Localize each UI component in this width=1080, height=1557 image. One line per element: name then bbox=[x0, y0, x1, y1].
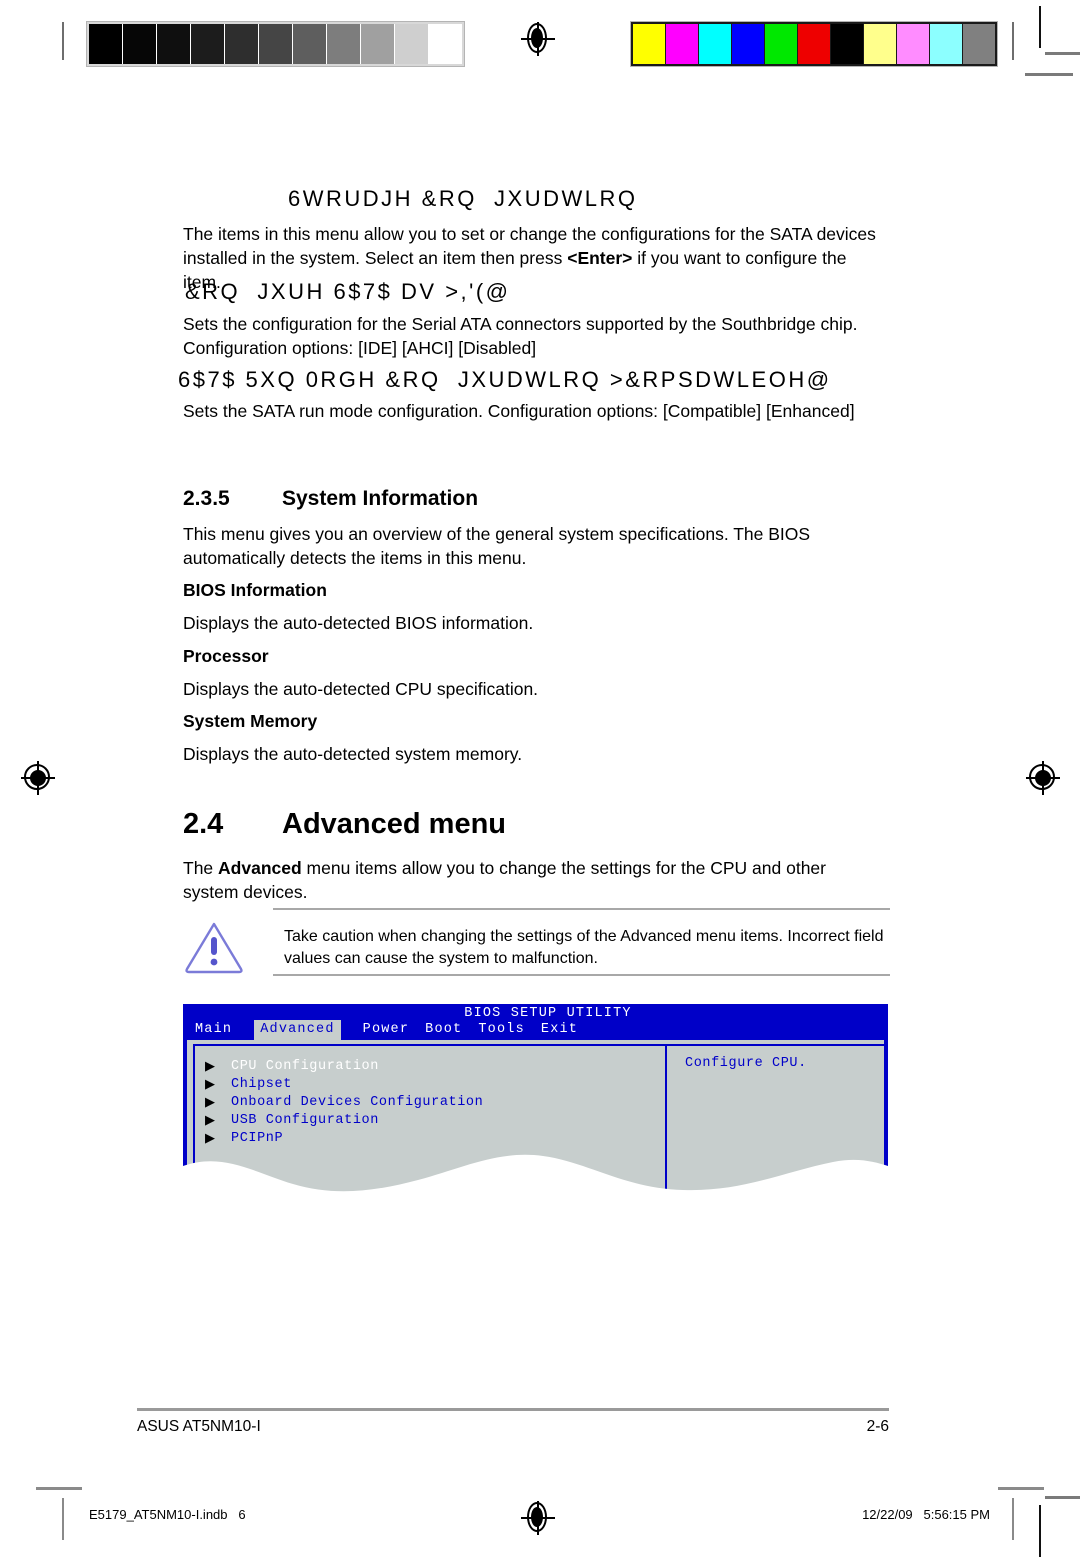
heading-sata-run-mode-configuration: 6$7$ 5XQ 0RGH &RQ JXUDWLRQ >&RPSDWLEOH@ bbox=[178, 367, 832, 392]
submenu-arrow-icon: ▶ bbox=[205, 1113, 216, 1128]
paragraph-system-memory: Displays the auto-detected system memory… bbox=[183, 744, 523, 764]
advanced-emphasis: Advanced bbox=[218, 858, 302, 878]
footer-page-number: 2-6 bbox=[866, 1418, 889, 1435]
bios-tab-power[interactable]: Power bbox=[363, 1020, 410, 1040]
bios-menu-item[interactable]: ▶ CPU Configuration bbox=[205, 1058, 483, 1076]
section-title-advanced-menu: Advanced menu bbox=[282, 808, 506, 840]
submenu-arrow-icon: ▶ bbox=[205, 1059, 216, 1074]
bios-menu-item[interactable]: ▶ Onboard Devices Configuration bbox=[205, 1094, 483, 1112]
footer-product-name: ASUS AT5NM10-I bbox=[137, 1418, 261, 1435]
paragraph-configure-sata: Sets the configuration for the Serial AT… bbox=[183, 314, 858, 358]
paragraph-advanced-menu: The Advanced menu items allow you to cha… bbox=[183, 856, 883, 904]
bios-menu-item-label: CPU Configuration bbox=[231, 1059, 379, 1074]
slug-filename: E5179_AT5NM10-I.indb 6 bbox=[89, 1507, 246, 1522]
bios-menu-item[interactable]: ▶ USB Configuration bbox=[205, 1112, 483, 1130]
subheading-processor: Processor bbox=[183, 646, 269, 666]
bios-help-text: Configure CPU. bbox=[685, 1056, 807, 1071]
bios-menu-item-label: Onboard Devices Configuration bbox=[231, 1095, 484, 1110]
trim-mark-bottom-right-vertical bbox=[1039, 1505, 1041, 1557]
bios-tab-exit[interactable]: Exit bbox=[541, 1020, 578, 1040]
note-rule-bottom bbox=[273, 974, 890, 976]
heading-storage-configuration: 6WRUDJH &RQ JXUDWLRQ bbox=[288, 186, 638, 211]
caution-triangle-icon bbox=[183, 920, 245, 974]
section-number-2-3-5: 2.3.5 bbox=[183, 487, 230, 510]
slug-rule-right bbox=[1012, 1498, 1014, 1540]
bios-tab-boot[interactable]: Boot bbox=[425, 1020, 462, 1040]
note-rule-top bbox=[273, 908, 890, 910]
bios-title-text: BIOS SETUP UTILITY bbox=[464, 1006, 632, 1021]
bios-titlebar: BIOS SETUP UTILITY Main Advanced Power Boot… bbox=[183, 1004, 888, 1040]
paragraph-advanced-menu-part1: The bbox=[183, 858, 219, 878]
bios-tab-bar[interactable]: Main Advanced Power Boot Tools Exit bbox=[195, 1020, 578, 1040]
paragraph-sata-run-mode: Sets the SATA run mode configuration. Co… bbox=[183, 401, 855, 421]
submenu-arrow-icon: ▶ bbox=[205, 1077, 216, 1092]
paragraph-system-information: This menu gives you an overview of the g… bbox=[183, 524, 811, 568]
paragraph-bios-information: Displays the auto-detected BIOS informat… bbox=[183, 613, 534, 633]
section-heading-2-4: 2.4 Advanced menu bbox=[183, 808, 506, 841]
section-number-2-4: 2.4 bbox=[183, 808, 224, 840]
document-page: 6WRUDJH &RQ JXUDWLRQ The items in this m… bbox=[0, 0, 1080, 1557]
subheading-system-memory: System Memory bbox=[183, 711, 318, 731]
bios-tab-tools[interactable]: Tools bbox=[478, 1020, 525, 1040]
footer-rule bbox=[137, 1408, 889, 1411]
paragraph-processor: Displays the auto-detected CPU specifica… bbox=[183, 679, 539, 699]
bios-tab-advanced[interactable]: Advanced bbox=[254, 1020, 341, 1040]
slug-rule-left bbox=[62, 1498, 64, 1540]
section-title-system-information: System Information bbox=[282, 487, 479, 510]
registration-target-icon-footer bbox=[521, 1501, 555, 1535]
heading-configure-sata-as: &RQ JXUH 6$7$ DV >,'(@ bbox=[185, 279, 511, 304]
bios-screenshot-fade-edge bbox=[183, 1154, 888, 1206]
enter-key-emphasis: <Enter> bbox=[567, 248, 633, 268]
section-heading-2-3-5: 2.3.5 System Information bbox=[183, 487, 478, 511]
slug-timestamp: 12/22/09 5:56:15 PM bbox=[862, 1507, 990, 1522]
bios-menu-item[interactable]: ▶ Chipset bbox=[205, 1076, 483, 1094]
subheading-bios-information: BIOS Information bbox=[183, 580, 327, 600]
caution-note-text: Take caution when changing the settings … bbox=[284, 928, 884, 967]
submenu-arrow-icon: ▶ bbox=[205, 1095, 216, 1110]
bios-setup-screenshot: BIOS SETUP UTILITY Main Advanced Power Boot… bbox=[183, 1004, 888, 1206]
bios-menu-item-label: Chipset bbox=[231, 1077, 292, 1092]
bios-tab-main[interactable]: Main bbox=[195, 1020, 232, 1040]
bios-menu-item-label: USB Configuration bbox=[231, 1113, 379, 1128]
trim-mark-bottom-right-horizontal bbox=[1045, 1496, 1080, 1499]
